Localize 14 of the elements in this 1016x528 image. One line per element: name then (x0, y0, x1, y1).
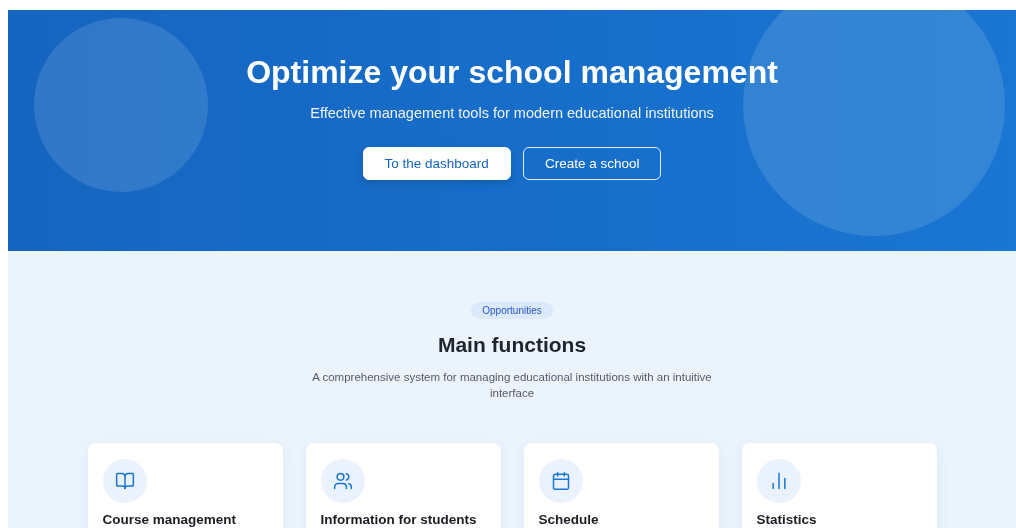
card-title: Course management (102, 512, 238, 527)
section-title: Main functions (437, 333, 587, 357)
card-title: Information for students (320, 512, 478, 527)
users-icon (332, 471, 353, 491)
section-description: A comprehensive system for managing educational institutions with an intuitive interface (311, 370, 713, 401)
card-title: Statistics (756, 512, 818, 527)
hero-title: Optimize your school management (246, 54, 778, 91)
dashboard-button[interactable]: To the dashboard (362, 147, 511, 180)
card-title: Schedule (538, 512, 600, 527)
create-school-button[interactable]: Create a school (522, 147, 662, 180)
calendar-icon (550, 471, 571, 491)
section-badge: Opportunities (471, 302, 553, 319)
hero-subtitle: Effective management tools for modern educational institutions (310, 105, 714, 121)
book-icon (114, 471, 135, 491)
